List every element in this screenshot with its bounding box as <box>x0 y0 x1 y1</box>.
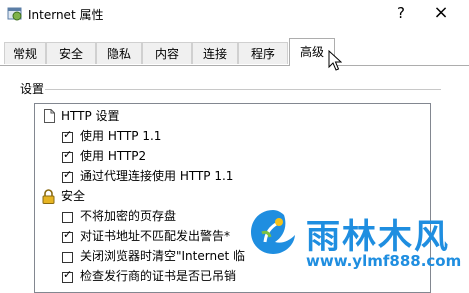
list-header-security: 安全 <box>61 189 86 203</box>
close-button[interactable]: × <box>428 3 454 23</box>
tab-connections[interactable]: 连接 <box>192 42 238 64</box>
checkbox-http11[interactable] <box>62 128 73 143</box>
list-item-label: 通过代理连接使用 HTTP 1.1 <box>80 169 234 183</box>
list-item-label: 不将加密的页存盘 <box>80 209 177 223</box>
checkbox-http2[interactable] <box>62 148 73 163</box>
list-header-http: HTTP 设置 <box>61 109 120 123</box>
tab-security[interactable]: 安全 <box>46 42 96 64</box>
watermark-url: www.ylmf888.com <box>306 252 462 270</box>
list-item-label: 使用 HTTP 1.1 <box>80 129 162 143</box>
checkbox-no-save-encrypted[interactable] <box>62 212 73 223</box>
checkbox-cert-mismatch-warn[interactable] <box>62 228 73 243</box>
document-icon <box>44 109 55 123</box>
tab-privacy[interactable]: 隐私 <box>96 42 142 64</box>
help-button[interactable]: ? <box>388 3 414 23</box>
title-bar: Internet 属性 ? × <box>0 0 469 28</box>
lock-icon <box>42 189 55 204</box>
mouse-pointer-icon <box>328 50 342 71</box>
tab-programs[interactable]: 程序 <box>238 42 288 64</box>
internet-options-icon <box>7 7 22 21</box>
list-item-label: 检查发行商的证书是否已吊销 <box>80 269 237 283</box>
list-item-label: 关闭浏览器时清空"Internet 临 <box>80 249 245 263</box>
tab-general[interactable]: 常规 <box>4 42 46 64</box>
checkbox-http11-proxy[interactable] <box>62 168 73 183</box>
list-item-label: 对证书地址不匹配发出警告* <box>80 229 231 243</box>
settings-group-label: 设置 <box>20 82 45 96</box>
checkbox-empty-temp-on-close[interactable] <box>62 252 73 263</box>
checkbox-check-publisher-revocation[interactable] <box>62 268 73 283</box>
watermark-text: 雨林木风 <box>306 217 450 257</box>
watermark-logo-icon <box>251 210 295 254</box>
group-divider <box>45 89 441 90</box>
tab-content[interactable]: 内容 <box>142 42 192 64</box>
tab-strip: 常规 安全 隐私 内容 连接 程序 高级 <box>0 38 469 66</box>
window-title: Internet 属性 <box>28 8 104 22</box>
list-item-label: 使用 HTTP2 <box>80 149 147 163</box>
